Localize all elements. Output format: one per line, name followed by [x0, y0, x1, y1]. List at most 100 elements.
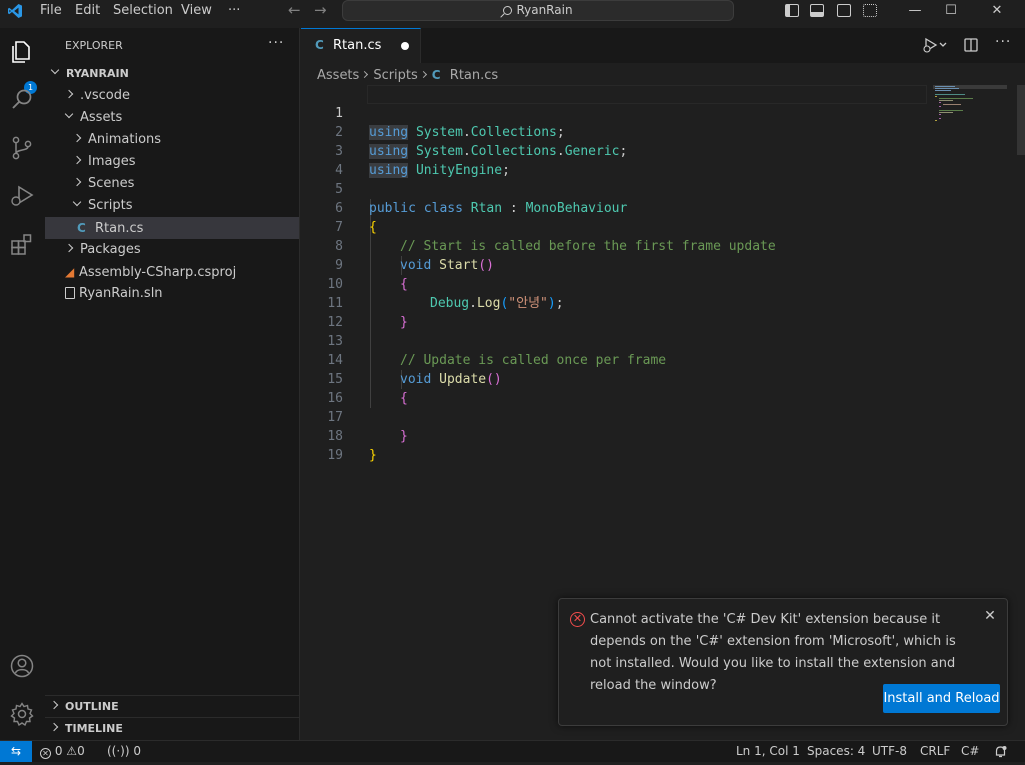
code-line: 15 { — [301, 351, 931, 406]
menu-more[interactable]: ··· — [228, 0, 240, 22]
ports-indicator[interactable]: ((·)) 0 — [107, 741, 141, 763]
tree-item-label: Assembly-CSharp.csproj — [79, 265, 237, 280]
menu-file[interactable]: File — [40, 0, 62, 22]
close-window-button[interactable]: ✕ — [975, 0, 1019, 22]
run-split-icon[interactable] — [923, 37, 949, 53]
accounts-icon[interactable] — [8, 652, 36, 680]
minimap[interactable] — [933, 85, 1009, 125]
tree-item-sln[interactable]: RyanRain.sln — [45, 283, 299, 305]
menu-edit[interactable]: Edit — [75, 0, 100, 22]
language-mode[interactable]: C# — [961, 741, 979, 763]
code-line: 11 } — [301, 275, 931, 330]
chevron-down-icon — [72, 197, 82, 207]
editor-more-actions-icon[interactable]: ··· — [995, 34, 1011, 50]
breadcrumb: Assets Scripts C Rtan.cs — [317, 64, 498, 86]
breadcrumb-scripts[interactable]: Scripts — [373, 68, 417, 83]
editor-scrollbar[interactable] — [1017, 85, 1025, 155]
explorer-icon[interactable] — [8, 38, 36, 66]
maximize-button[interactable]: ☐ — [929, 0, 973, 22]
cursor-position[interactable]: Ln 1, Col 1 — [736, 741, 800, 763]
tree-item-packages[interactable]: Packages — [45, 239, 299, 261]
search-icon[interactable] — [8, 86, 36, 114]
code-line: 14 void Update() — [301, 332, 931, 387]
chevron-right-icon — [49, 722, 59, 732]
tree-item-label: Images — [88, 154, 136, 169]
tree-item-scripts[interactable]: Scripts — [45, 195, 299, 217]
tree-item-label: RyanRain.sln — [79, 286, 163, 301]
breadcrumb-assets[interactable]: Assets — [317, 68, 359, 83]
search-icon — [503, 6, 513, 15]
tab-rtan-cs[interactable]: C Rtan.cs — [301, 28, 421, 63]
encoding[interactable]: UTF-8 — [872, 741, 907, 763]
csharp-file-icon: C — [77, 221, 86, 235]
chevron-right-icon — [64, 243, 74, 253]
timeline-section[interactable]: TIMELINE — [45, 717, 299, 739]
code-line: 3 using UnityEngine; — [301, 123, 931, 178]
back-arrow-icon[interactable]: ← — [288, 0, 301, 22]
extensions-icon[interactable] — [8, 230, 36, 258]
tree-item-scenes[interactable]: Scenes — [45, 173, 299, 195]
error-count: 0 — [54, 744, 63, 758]
error-icon: ✕ — [570, 612, 585, 627]
error-icon: ✕ — [40, 748, 51, 759]
code-line: 5 public class Rtan : MonoBehaviour — [301, 161, 931, 216]
menu-view[interactable]: View — [181, 0, 212, 22]
line-number: 19 — [327, 448, 343, 463]
split-editor-icon[interactable] — [964, 38, 978, 52]
toggle-panel-icon[interactable] — [810, 4, 824, 17]
indentation[interactable]: Spaces: 4 — [807, 741, 865, 763]
chevron-right-icon — [64, 89, 74, 99]
breadcrumb-file[interactable]: Rtan.cs — [450, 68, 498, 83]
end-of-line[interactable]: CRLF — [920, 741, 950, 763]
csharp-file-icon: C — [431, 68, 441, 82]
outline-section[interactable]: OUTLINE — [45, 695, 299, 717]
tree-item-images[interactable]: Images — [45, 151, 299, 173]
customize-layout-icon[interactable] — [863, 4, 877, 17]
close-icon[interactable]: ✕ — [983, 609, 997, 623]
title-bar: File Edit Selection View ··· ← → RyanRai… — [0, 0, 1025, 22]
command-center[interactable]: RyanRain — [342, 0, 734, 21]
chevron-right-icon — [361, 70, 369, 79]
menu-selection[interactable]: Selection — [113, 0, 173, 22]
chevron-right-icon — [419, 70, 427, 79]
code-line: 4 — [301, 142, 931, 178]
tree-item-assets[interactable]: Assets — [45, 107, 299, 129]
tree-item-label: .vscode — [80, 88, 130, 103]
unsaved-dot-icon[interactable] — [401, 42, 409, 50]
workspace-root-label: RYANRAIN — [66, 67, 129, 80]
notifications-bell-icon[interactable] — [994, 745, 1007, 758]
toggle-secondary-sidebar-icon[interactable] — [837, 4, 851, 17]
forward-arrow-icon[interactable]: → — [314, 0, 327, 22]
code-line: 2 using System.Collections.Generic; — [301, 104, 931, 159]
remote-indicator-icon[interactable]: ⇆ — [0, 741, 32, 763]
tree-item-csproj[interactable]: ◢ Assembly-CSharp.csproj — [45, 261, 299, 283]
tree-item-animations[interactable]: Animations — [45, 129, 299, 151]
tree-item-label: Animations — [88, 132, 162, 147]
run-debug-icon[interactable] — [8, 182, 36, 210]
gear-icon[interactable] — [8, 700, 36, 728]
ports-count: 0 — [133, 744, 142, 758]
problems-indicator[interactable]: ✕ 0 ⚠0 — [40, 741, 85, 763]
install-and-reload-button[interactable]: Install and Reload — [883, 684, 1000, 713]
tree-item-label: Packages — [80, 242, 141, 257]
notification-toast: ✕ Cannot activate the 'C# Dev Kit' exten… — [558, 598, 1008, 726]
chevron-right-icon — [49, 700, 59, 710]
tree-item-label: Assets — [80, 110, 123, 125]
vscode-window: File Edit Selection View ··· ← → RyanRai… — [0, 0, 1025, 765]
timeline-label: TIMELINE — [65, 722, 123, 735]
tree-item-rtan-cs[interactable]: C Rtan.cs — [45, 217, 299, 239]
code-line: 19 — [301, 427, 931, 463]
warning-icon: ⚠ — [66, 744, 78, 758]
warning-count: 0 — [77, 744, 85, 758]
sidebar-title: EXPLORER — [65, 39, 123, 52]
status-bar: ⇆ ✕ 0 ⚠0 ((·)) 0 Ln 1, Col 1 Spaces: 4 U… — [0, 740, 1025, 763]
vscode-logo-icon[interactable] — [7, 3, 23, 19]
chevron-down-icon — [50, 65, 60, 75]
workspace-root[interactable]: RYANRAIN — [45, 63, 299, 85]
toggle-primary-sidebar-icon[interactable] — [785, 4, 799, 17]
tree-item-vscode[interactable]: .vscode — [45, 85, 299, 107]
explorer-sidebar: EXPLORER ··· RYANRAIN .vscode Assets Ani… — [44, 28, 300, 740]
tab-label: Rtan.cs — [333, 38, 382, 53]
source-control-icon[interactable] — [8, 134, 36, 162]
more-actions-icon[interactable]: ··· — [268, 35, 284, 51]
